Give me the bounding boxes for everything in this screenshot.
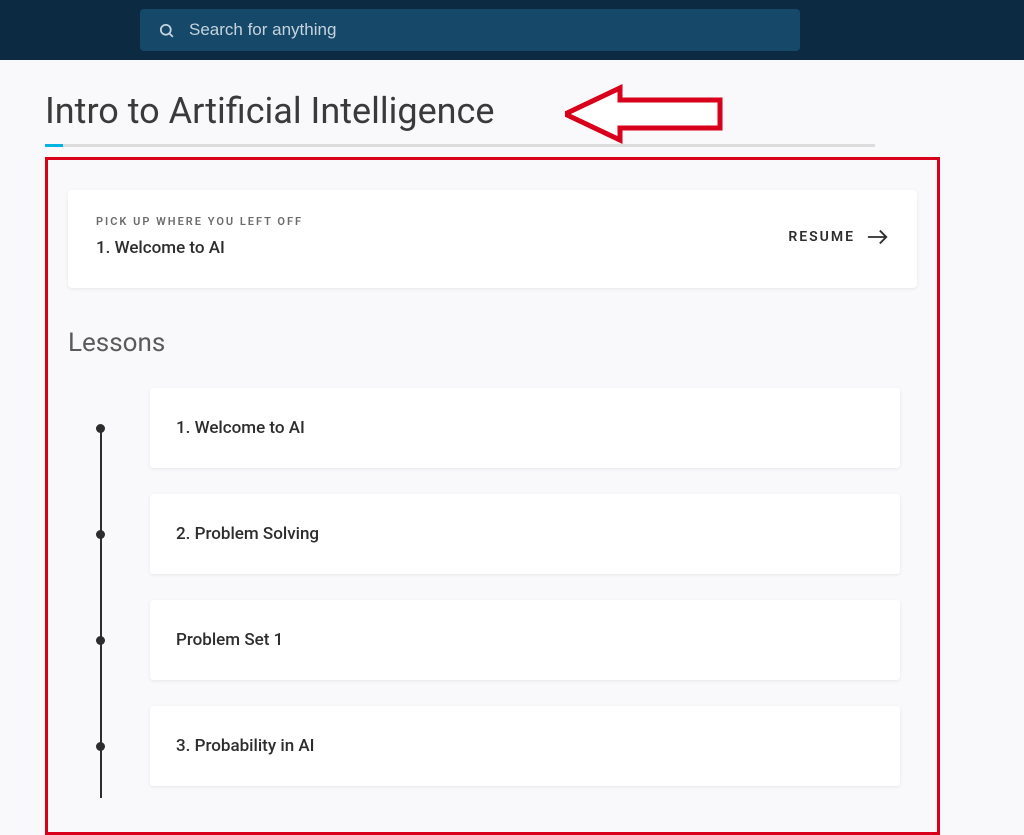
search-icon bbox=[158, 22, 175, 39]
lesson-item: Problem Set 1 bbox=[96, 600, 937, 680]
lessons-heading: Lessons bbox=[68, 328, 937, 358]
app-header bbox=[0, 0, 1024, 60]
lesson-title: 1. Welcome to AI bbox=[176, 418, 874, 438]
timeline-dot bbox=[96, 636, 105, 645]
lesson-item: 1. Welcome to AI bbox=[96, 388, 937, 468]
resume-label: PICK UP WHERE YOU LEFT OFF bbox=[96, 215, 303, 228]
search-input[interactable] bbox=[189, 20, 782, 40]
annotation-arrow-icon bbox=[565, 78, 725, 150]
timeline-dot bbox=[96, 530, 105, 539]
lesson-card[interactable]: 3. Probability in AI bbox=[150, 706, 900, 786]
timeline-dot bbox=[96, 424, 105, 433]
lessons-timeline: 1. Welcome to AI 2. Problem Solving Prob… bbox=[96, 388, 937, 786]
lesson-item: 3. Probability in AI bbox=[96, 706, 937, 786]
timeline-dot bbox=[96, 742, 105, 751]
lesson-title: 2. Problem Solving bbox=[176, 524, 874, 544]
arrow-right-icon bbox=[867, 229, 889, 245]
resume-lesson-title: 1. Welcome to AI bbox=[96, 238, 303, 258]
resume-card[interactable]: PICK UP WHERE YOU LEFT OFF 1. Welcome to… bbox=[68, 190, 917, 288]
search-box[interactable] bbox=[140, 9, 800, 51]
lesson-card[interactable]: 1. Welcome to AI bbox=[150, 388, 900, 468]
progress-fill bbox=[45, 144, 63, 147]
lesson-title: 3. Probability in AI bbox=[176, 736, 874, 756]
lesson-item: 2. Problem Solving bbox=[96, 494, 937, 574]
lesson-card[interactable]: Problem Set 1 bbox=[150, 600, 900, 680]
resume-info: PICK UP WHERE YOU LEFT OFF 1. Welcome to… bbox=[96, 215, 303, 258]
highlight-annotation-box: PICK UP WHERE YOU LEFT OFF 1. Welcome to… bbox=[45, 157, 940, 835]
page-title: Intro to Artificial Intelligence bbox=[45, 90, 979, 132]
progress-bar bbox=[45, 144, 875, 147]
resume-button-label: RESUME bbox=[788, 229, 855, 245]
lesson-card[interactable]: 2. Problem Solving bbox=[150, 494, 900, 574]
lesson-title: Problem Set 1 bbox=[176, 630, 874, 650]
resume-button[interactable]: RESUME bbox=[788, 229, 889, 245]
main-content: Intro to Artificial Intelligence PICK UP… bbox=[0, 60, 1024, 835]
